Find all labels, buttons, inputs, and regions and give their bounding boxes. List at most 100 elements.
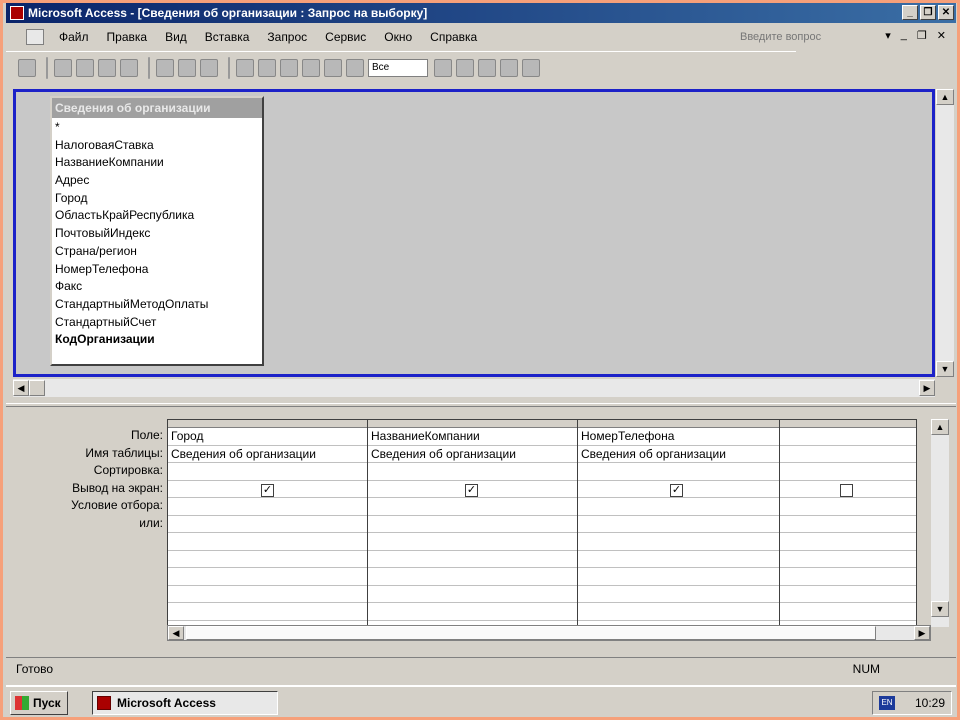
spelling-icon[interactable] (120, 58, 138, 77)
mdi-minimize-button[interactable]: _ (901, 29, 907, 42)
copy-icon[interactable] (178, 58, 196, 77)
close-button[interactable]: ✕ (938, 5, 954, 20)
qbe-empty-cell[interactable] (780, 551, 916, 568)
query-window-icon[interactable] (26, 29, 44, 45)
field-list-item[interactable]: Факс (52, 277, 262, 295)
qbe-column[interactable]: Город Сведения об организации ✓ (168, 420, 368, 626)
menu-insert[interactable]: Вставка (196, 30, 259, 44)
save-icon[interactable] (54, 58, 72, 77)
start-button[interactable]: Пуск (10, 691, 68, 715)
database-window-icon[interactable] (478, 58, 496, 77)
qbe-empty-cell[interactable] (168, 603, 367, 621)
field-list-item[interactable]: Город (52, 189, 262, 207)
field-list-item[interactable]: НалоговаяСтавка (52, 136, 262, 154)
menu-file[interactable]: Файл (50, 30, 98, 44)
qbe-column[interactable]: НомерТелефона Сведения об организации ✓ (578, 420, 780, 626)
column-selector[interactable] (368, 420, 577, 428)
column-selector[interactable] (578, 420, 779, 428)
top-values-combo[interactable]: Все (368, 58, 428, 77)
help-icon[interactable] (522, 58, 540, 77)
grid-horizontal-scrollbar[interactable]: ◀ ▶ (167, 625, 931, 641)
menu-window[interactable]: Окно (375, 30, 421, 44)
qbe-empty-cell[interactable] (780, 568, 916, 586)
menu-edit[interactable]: Правка (98, 30, 157, 44)
show-table-icon[interactable] (324, 58, 342, 77)
scroll-up-arrow-icon[interactable]: ▲ (931, 419, 949, 435)
mdi-close-button[interactable]: ✕ (937, 29, 946, 42)
qbe-field-cell[interactable]: НазваниеКомпании (368, 428, 577, 446)
column-selector[interactable] (780, 420, 916, 428)
qbe-criteria-cell[interactable] (780, 498, 916, 516)
restore-button[interactable]: ❐ (920, 5, 936, 20)
menu-help[interactable]: Справка (421, 30, 486, 44)
qbe-field-cell[interactable] (780, 428, 916, 446)
field-list-title[interactable]: Сведения об организации (52, 98, 262, 118)
print-preview-icon[interactable] (98, 58, 116, 77)
qbe-empty-cell[interactable] (368, 603, 577, 621)
properties-icon[interactable] (434, 58, 452, 77)
scroll-up-arrow-icon[interactable]: ▲ (936, 89, 954, 105)
new-object-icon[interactable] (500, 58, 518, 77)
qbe-or-cell[interactable] (368, 516, 577, 533)
cut-icon[interactable] (156, 58, 174, 77)
qbe-column[interactable]: НазваниеКомпании Сведения об организации… (368, 420, 578, 626)
qbe-empty-cell[interactable] (168, 568, 367, 586)
field-list-item[interactable]: Страна/регион (52, 242, 262, 260)
qbe-criteria-cell[interactable] (368, 498, 577, 516)
undo-icon[interactable] (236, 58, 254, 77)
field-list-item[interactable]: СтандартныйСчет (52, 313, 262, 331)
qbe-sort-cell[interactable] (780, 463, 916, 481)
show-checkbox[interactable]: ✓ (670, 483, 683, 497)
mdi-restore-button[interactable]: ❐ (917, 29, 927, 42)
print-icon[interactable] (76, 58, 94, 77)
show-checkbox[interactable]: ✓ (261, 483, 274, 497)
field-list[interactable]: Сведения об организации * НалоговаяСтавк… (50, 96, 264, 366)
redo-icon[interactable] (258, 58, 276, 77)
field-list-item[interactable]: НазваниеКомпании (52, 153, 262, 171)
taskbar-item-access[interactable]: Microsoft Access (92, 691, 278, 715)
scroll-down-arrow-icon[interactable]: ▼ (931, 601, 949, 617)
field-list-item[interactable]: СтандартныйМетодОплаты (52, 295, 262, 313)
query-type-icon[interactable] (280, 58, 298, 77)
table-pane-horizontal-scrollbar[interactable]: ◀ ▶ (13, 379, 935, 397)
qbe-empty-cell[interactable] (168, 586, 367, 603)
scroll-thumb[interactable] (29, 380, 45, 396)
qbe-empty-cell[interactable] (368, 533, 577, 551)
qbe-empty-cell[interactable] (368, 586, 577, 603)
scroll-right-arrow-icon[interactable]: ▶ (914, 626, 930, 640)
qbe-table-cell[interactable] (780, 446, 916, 463)
menu-tools[interactable]: Сервис (316, 30, 375, 44)
show-checkbox[interactable] (840, 483, 853, 497)
qbe-empty-cell[interactable] (578, 586, 779, 603)
qbe-criteria-cell[interactable] (168, 498, 367, 516)
field-list-item[interactable]: ПочтовыйИндекс (52, 224, 262, 242)
access-app-icon[interactable] (10, 6, 24, 20)
qbe-empty-cell[interactable] (780, 586, 916, 603)
qbe-empty-cell[interactable] (578, 551, 779, 568)
qbe-empty-cell[interactable] (168, 533, 367, 551)
scroll-left-arrow-icon[interactable]: ◀ (168, 626, 184, 640)
qbe-or-cell[interactable] (578, 516, 779, 533)
grid-vertical-scrollbar[interactable]: ▲ ▼ (931, 419, 949, 627)
field-list-item[interactable]: НомерТелефона (52, 260, 262, 278)
paste-icon[interactable] (200, 58, 218, 77)
field-list-item-key[interactable]: КодОрганизации (52, 330, 262, 348)
scroll-left-arrow-icon[interactable]: ◀ (13, 380, 29, 396)
qbe-empty-cell[interactable] (168, 551, 367, 568)
field-list-item[interactable]: ОбластьКрайРеспублика (52, 206, 262, 224)
show-checkbox[interactable]: ✓ (465, 483, 478, 497)
field-list-item[interactable]: * (52, 118, 262, 136)
pane-splitter[interactable] (6, 403, 956, 407)
qbe-design-grid[interactable]: Город Сведения об организации ✓ Название… (167, 419, 917, 627)
qbe-field-cell[interactable]: Город (168, 428, 367, 446)
qbe-field-cell[interactable]: НомерТелефона (578, 428, 779, 446)
help-question-box[interactable]: Введите вопрос (740, 28, 890, 46)
qbe-criteria-cell[interactable] (578, 498, 779, 516)
qbe-sort-cell[interactable] (168, 463, 367, 481)
scroll-right-arrow-icon[interactable]: ▶ (919, 380, 935, 396)
qbe-sort-cell[interactable] (368, 463, 577, 481)
clock[interactable]: 10:29 (915, 692, 945, 714)
scroll-down-arrow-icon[interactable]: ▼ (936, 361, 954, 377)
qbe-sort-cell[interactable] (578, 463, 779, 481)
qbe-empty-cell[interactable] (578, 568, 779, 586)
